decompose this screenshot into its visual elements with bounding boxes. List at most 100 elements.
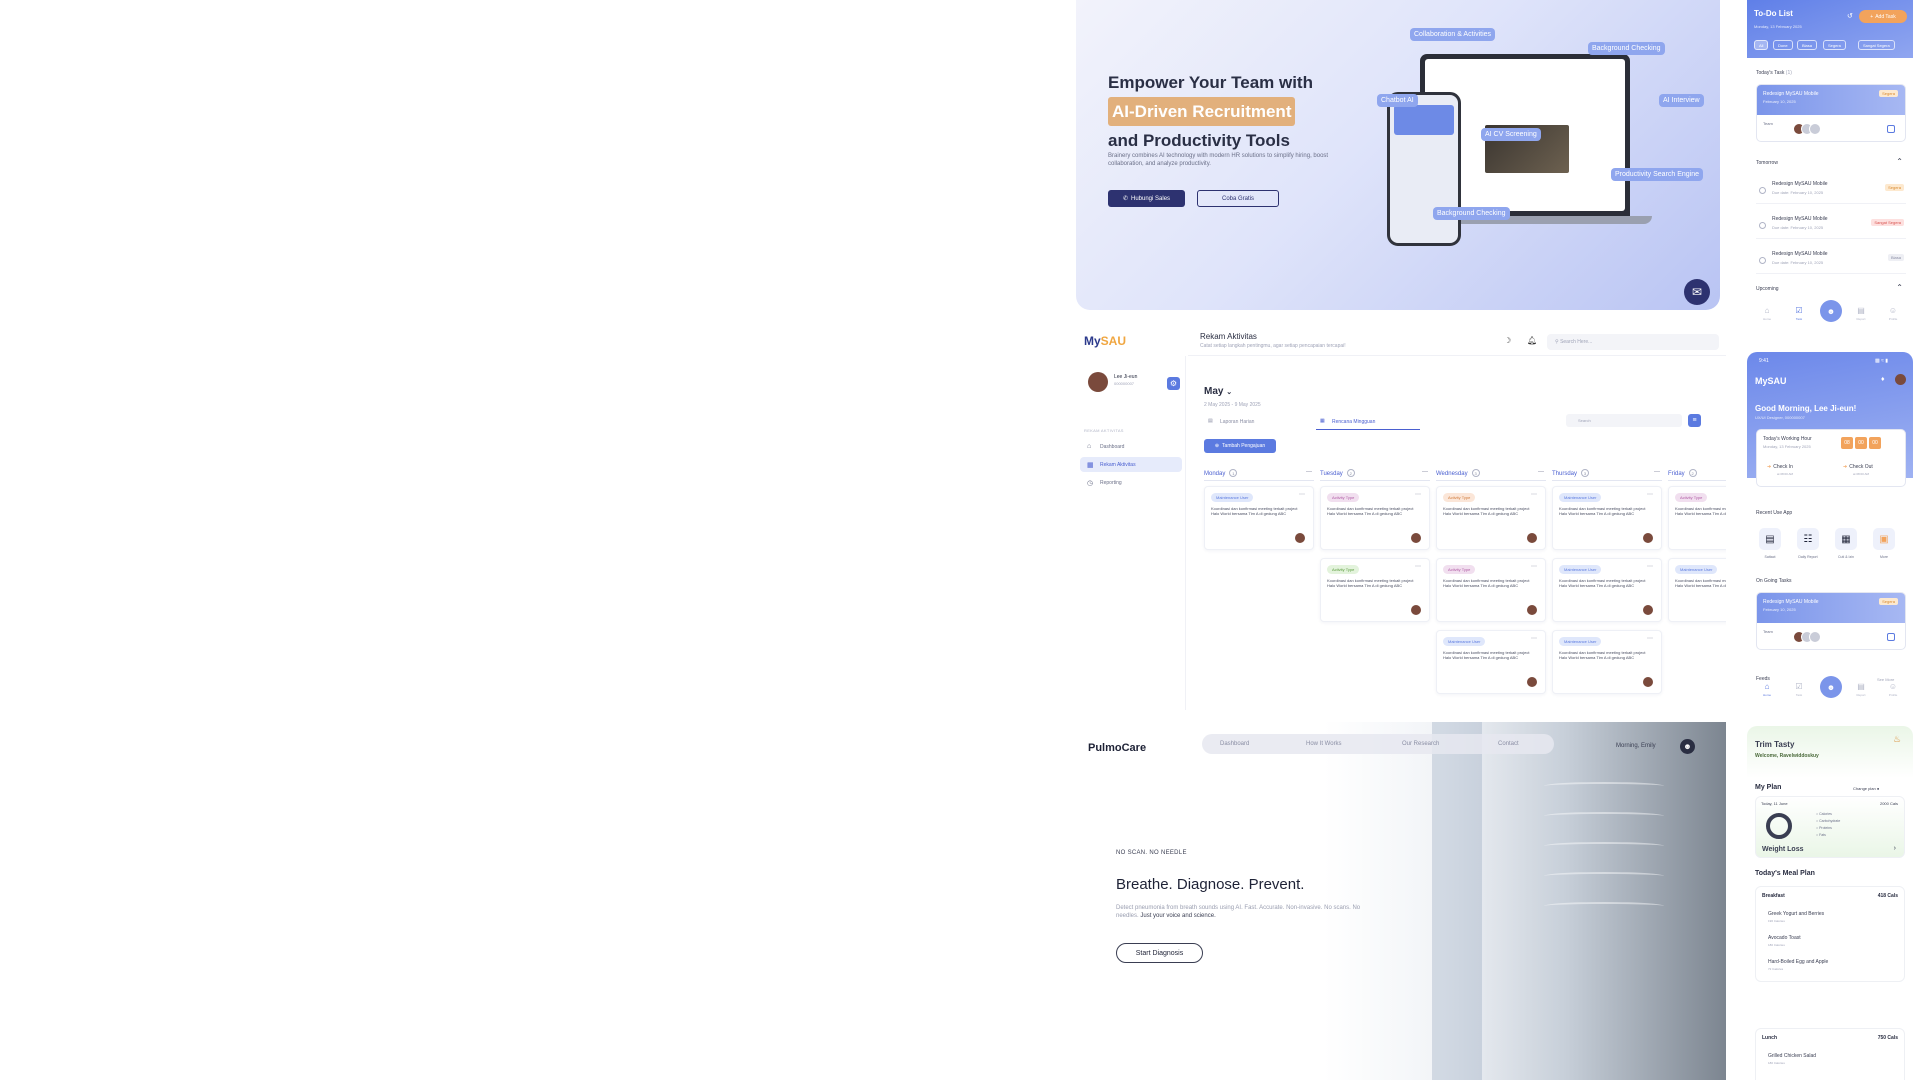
sidebar-item-reporting[interactable]: ◷ Reporting — [1080, 475, 1182, 490]
activity-card[interactable]: Activity Type Koordinasi dan konfirmasi m… — [1668, 486, 1726, 550]
profile-icon[interactable]: ☺ — [1883, 306, 1903, 315]
tab-laporan-harian[interactable]: ▤ Laporan Harian — [1204, 414, 1304, 430]
nav-our-research[interactable]: Our Research — [1402, 741, 1439, 747]
edit-icon: ● — [1876, 786, 1880, 791]
notification-bell-icon[interactable]: ♦ — [1881, 376, 1885, 383]
hero-title: Empower Your Team with AI-Driven Recruit… — [1108, 73, 1313, 150]
daily-report-app-icon[interactable]: ☷ — [1797, 528, 1819, 550]
more-icon: ⋯ — [1531, 564, 1537, 570]
ongoing-task-card[interactable]: Redesign MySAU Mobile February 10, 2025 Se… — [1756, 592, 1906, 650]
filter-icon[interactable]: ≡ — [1688, 414, 1701, 427]
search-input[interactable]: ⚲ Search Here... — [1547, 334, 1719, 350]
filter-all[interactable]: All — [1754, 40, 1769, 50]
nav-contact[interactable]: Contact — [1498, 741, 1519, 747]
chat-bubble-icon[interactable]: ✉ — [1684, 279, 1710, 305]
sidebar-item-dashboard[interactable]: ⌂ Dashboard — [1080, 439, 1182, 454]
hero-description: Detect pneumonia from breath sounds usin… — [1116, 905, 1361, 919]
trim-header — [1747, 726, 1913, 778]
nav-how-it-works[interactable]: How It Works — [1306, 741, 1342, 747]
avatar — [1527, 605, 1537, 615]
more-icon: ⋯ — [1299, 492, 1305, 498]
avatar — [1411, 605, 1421, 615]
profile-icon[interactable]: ☺ — [1883, 682, 1903, 691]
activity-card[interactable]: Activity Type ⋯ Koordinasi dan konfirmasi … — [1320, 558, 1430, 622]
task-icon[interactable]: ☑ — [1789, 306, 1809, 315]
task-checkbox[interactable] — [1887, 633, 1895, 641]
more-icon: ⋯ — [1647, 564, 1653, 570]
activity-card[interactable]: Activity Type ⋯ Koordinasi dan konfirmasi … — [1320, 486, 1430, 550]
todays-task-label: Today's Task (1) — [1756, 70, 1792, 76]
add-submission-button[interactable]: ⊕ Tambah Pengajuan — [1204, 439, 1276, 453]
history-icon[interactable]: ↺ — [1847, 12, 1853, 20]
try-free-button[interactable]: Coba Gratis — [1197, 190, 1279, 207]
activity-card[interactable]: Maintenance User ⋯ Koordinasi dan konfirma… — [1552, 486, 1662, 550]
filter-sangat-segera[interactable]: Sangat Segera — [1858, 40, 1895, 50]
board-search-input[interactable]: Search — [1566, 414, 1682, 427]
leave-app-icon[interactable]: ▦ — [1835, 528, 1857, 550]
task-checkbox[interactable] — [1887, 125, 1895, 133]
task-row[interactable]: Redesign MySAU Mobile Due date: February … — [1756, 178, 1906, 204]
avatar[interactable] — [1895, 374, 1906, 385]
activity-card[interactable]: Activity Type ⋯ Koordinasi dan konfirmasi … — [1436, 486, 1546, 550]
sattact-app-icon[interactable]: ▤ — [1759, 528, 1781, 550]
ongoing-tasks-label: On Going Tasks — [1756, 578, 1792, 584]
tab-rencana-mingguan[interactable]: ▦ Rencana Mingguan — [1316, 414, 1420, 430]
home-icon[interactable]: ⌂ — [1757, 306, 1777, 315]
chevron-up-icon[interactable]: ⌃ — [1896, 283, 1903, 292]
activity-card[interactable]: Maintenance User ⋯ Koordinasi dan konfirma… — [1204, 486, 1314, 550]
more-icon: ⋯ — [1531, 636, 1537, 642]
sidebar-item-rekam-aktivitas[interactable]: ▦ Rekam Aktivitas — [1080, 457, 1182, 472]
meal-card-breakfast[interactable]: Breakfast 418 Cals Greek Yogurt and Berr… — [1755, 886, 1905, 982]
page-title: Rekam Aktivitas — [1200, 332, 1257, 341]
chevron-up-icon[interactable]: ⌃ — [1896, 157, 1903, 166]
todo-date: Monday, 13 February 2025 — [1754, 24, 1802, 29]
more-apps-icon[interactable]: ▣ — [1873, 528, 1895, 550]
meal-card-lunch[interactable]: Lunch 750 Cals Grilled Chicken Salad 180… — [1755, 1028, 1905, 1080]
plan-card[interactable]: Today, 11 June 2000 Cals ○ Calories ○ Ca… — [1755, 796, 1905, 858]
filter-biasa[interactable]: Biasa — [1797, 40, 1818, 50]
check-out-button[interactable]: ➜ Check Out — [1843, 464, 1873, 470]
contact-sales-button[interactable]: ✆ Hubungi Sales — [1108, 190, 1185, 207]
attendance-fab-icon[interactable]: ☻ — [1820, 300, 1842, 322]
role-subtitle: UX/UI Designer, 000000007 — [1755, 415, 1805, 420]
task-icon[interactable]: ☑ — [1789, 682, 1809, 691]
feature-tag: AI Interview — [1659, 94, 1704, 107]
activity-card[interactable]: Maintenance User ⋯ Koordinasi dan konfirma… — [1552, 630, 1662, 694]
profile-card[interactable]: Lee Ji-eun 000000007 ⚙ — [1084, 368, 1188, 396]
month-selector[interactable]: May ⌄ — [1204, 386, 1232, 397]
attendance-fab-icon[interactable]: ☻ — [1820, 676, 1842, 698]
activity-card[interactable]: Maintenance User ⋯ Koordinasi dan konfirma… — [1436, 630, 1546, 694]
activity-card[interactable]: Activity Type ⋯ Koordinasi dan konfirmasi … — [1436, 558, 1546, 622]
trim-tasty-mobile: Trim Tasty Welcome, Ravelwiddoskuy ♨ My … — [1747, 726, 1913, 1080]
gear-icon[interactable]: ⚙ — [1167, 377, 1180, 390]
chevron-right-icon[interactable]: › — [1894, 845, 1896, 852]
report-icon[interactable]: ▤ — [1851, 306, 1871, 315]
dark-mode-icon[interactable]: ☽ — [1504, 336, 1511, 345]
activity-card[interactable]: Maintenance User ⋯ Koordinasi dan konfirma… — [1552, 558, 1662, 622]
notification-bell-icon[interactable]: 🔔︎ — [1527, 336, 1537, 345]
start-diagnosis-button[interactable]: Start Diagnosis — [1116, 943, 1203, 963]
nav-dashboard[interactable]: Dashboard — [1220, 741, 1249, 747]
document-icon: ▤ — [1208, 418, 1213, 424]
chest-xray-image — [1324, 722, 1726, 1080]
user-avatar-icon[interactable]: ☻ — [1680, 739, 1695, 754]
change-plan-link[interactable]: Change plan ● — [1853, 786, 1879, 791]
bottom-tab-bar: ⌂ Home ☑ Task ☻ ▤ Report ☺ Profile — [1747, 676, 1913, 700]
app-title: Trim Tasty — [1755, 740, 1795, 749]
activity-card[interactable]: Maintenance User Koordinasi dan konfirmas… — [1668, 558, 1726, 622]
report-icon[interactable]: ▤ — [1851, 682, 1871, 691]
column-header-friday: Friday 2 — [1668, 469, 1726, 481]
check-in-button[interactable]: ➜ Check In — [1767, 464, 1793, 470]
bottom-tab-bar: ⌂ Home ☑ Task ☻ ▤ Report ☺ Profile — [1747, 300, 1913, 324]
feature-tag: Background Checking — [1433, 207, 1510, 220]
more-icon: ⋯ — [1647, 636, 1653, 642]
filter-segera[interactable]: Segera — [1823, 40, 1846, 50]
task-card-featured[interactable]: Redesign MySAU Mobile February 10, 2025 Se… — [1756, 84, 1906, 142]
home-icon[interactable]: ⌂ — [1757, 682, 1777, 691]
filter-done[interactable]: Done — [1773, 40, 1793, 50]
hero-title-highlight: AI-Driven Recruitment — [1108, 97, 1296, 126]
task-row[interactable]: Redesign MySAU Mobile Due date: February … — [1756, 248, 1906, 274]
task-checkbox — [1759, 257, 1766, 264]
add-task-button[interactable]: + Add Task — [1859, 10, 1907, 23]
task-row[interactable]: Redesign MySAU Mobile Due date: February … — [1756, 213, 1906, 239]
